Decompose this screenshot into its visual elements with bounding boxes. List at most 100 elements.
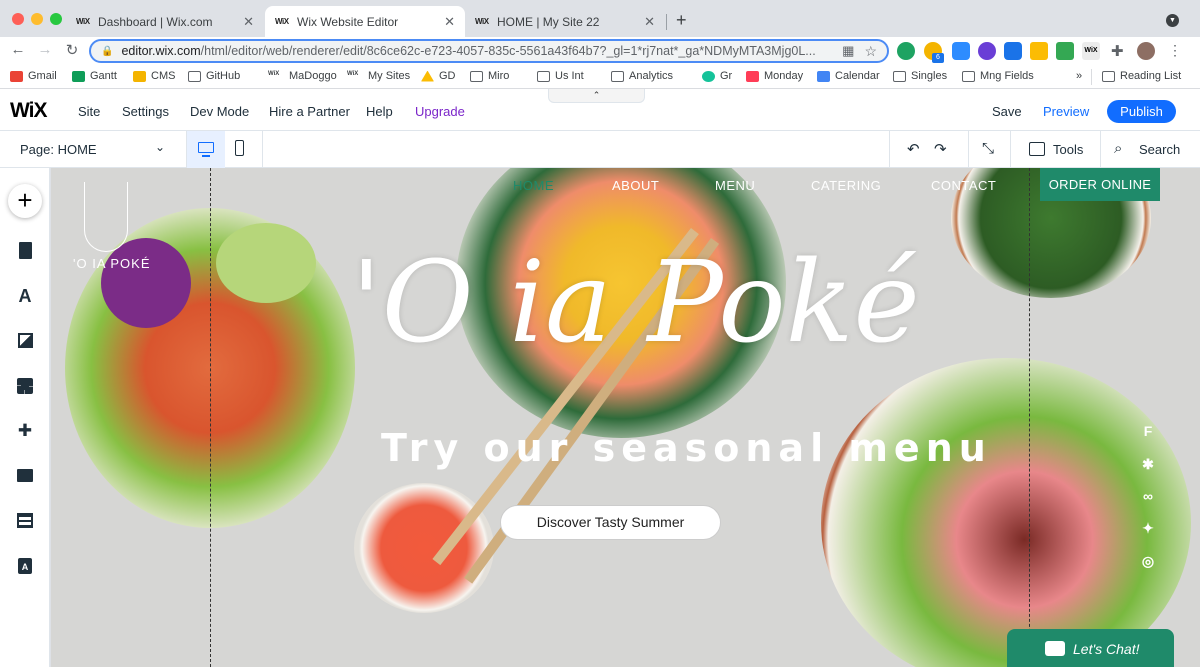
cms-icon[interactable] (15, 511, 35, 531)
desktop-view-button[interactable] (187, 131, 225, 168)
bookmark-singles[interactable]: Singles (893, 70, 947, 82)
grammarly-extension-icon[interactable] (897, 42, 915, 60)
bookmark-calendar[interactable]: Calendar (817, 70, 880, 82)
mobile-view-icon[interactable] (235, 140, 244, 156)
order-online-button[interactable]: ORDER ONLINE (1040, 168, 1160, 201)
page-selector[interactable]: Page: HOME (20, 142, 97, 157)
more-bookmarks-button[interactable]: » (1076, 70, 1082, 82)
close-tab-icon[interactable]: ✕ (444, 14, 455, 30)
undo-icon[interactable]: ↶ (907, 140, 920, 158)
bookmark-mng-fields[interactable]: Mng Fields (962, 70, 1034, 82)
extension-icon[interactable] (1030, 42, 1048, 60)
reading-list-button[interactable]: Reading List (1102, 70, 1181, 82)
site-logo-icon[interactable] (84, 182, 128, 252)
qr-code-icon[interactable]: ▦ (842, 43, 854, 59)
address-bar[interactable]: 🔒 editor.wix.com/html/editor/web/rendere… (89, 39, 889, 63)
save-button[interactable]: Save (992, 104, 1022, 119)
pages-icon[interactable] (15, 241, 35, 261)
search-icon[interactable]: ⌕ (1114, 140, 1122, 157)
bookmark-miro[interactable]: Miro (470, 70, 509, 82)
hero-subtitle[interactable]: Try our seasonal menu (381, 426, 986, 470)
tools-icon[interactable] (1029, 142, 1045, 156)
bookmark-github[interactable]: GitHub (188, 70, 240, 82)
add-user-extension-icon[interactable] (1056, 42, 1074, 60)
tools-button[interactable]: Tools (1053, 142, 1083, 157)
bookmark-monday[interactable]: Monday (746, 70, 803, 82)
add-element-button[interactable]: + (8, 184, 42, 218)
close-window-button[interactable] (12, 13, 24, 25)
menu-site[interactable]: Site (78, 104, 100, 119)
bookmark-gantt[interactable]: Gantt (72, 70, 117, 82)
divider (1100, 131, 1101, 168)
site-logo-text[interactable]: 'O IA POKÉ (73, 256, 151, 271)
redo-icon[interactable]: ↷ (934, 140, 947, 158)
forward-icon[interactable]: → (35, 41, 55, 58)
new-tab-button[interactable]: + (676, 10, 687, 31)
wix-extension-icon[interactable]: WiX (1082, 42, 1100, 60)
bookmark-gd[interactable]: GD (421, 70, 456, 82)
site-nav-home[interactable]: HOME (513, 178, 554, 193)
chat-widget[interactable]: Let's Chat! (1007, 629, 1174, 667)
menu-dev-mode[interactable]: Dev Mode (190, 104, 249, 119)
background-icon[interactable] (15, 331, 35, 351)
search-button[interactable]: Search (1139, 142, 1180, 157)
tab-wix-editor[interactable]: WiX Wix Website Editor ✕ (265, 6, 465, 37)
tab-home-site[interactable]: WiX HOME | My Site 22 ✕ (465, 6, 665, 37)
extensions-puzzle-icon[interactable]: ✚ (1111, 42, 1124, 60)
twitter-icon[interactable]: ✦ (1139, 520, 1157, 537)
bookmark-gmail[interactable]: Gmail (10, 70, 57, 82)
browser-tab-strip: WiX Dashboard | Wix.com ✕ WiX Wix Websit… (0, 0, 1200, 37)
instagram-icon[interactable]: ◎ (1139, 553, 1157, 570)
zoom-out-icon[interactable]: ⤡ (982, 140, 994, 157)
browser-menu-icon[interactable]: ⋮ (1168, 42, 1182, 59)
site-nav-contact[interactable]: CONTACT (931, 178, 996, 193)
extension-icon[interactable] (1004, 42, 1022, 60)
maximize-window-button[interactable] (50, 13, 62, 25)
menu-help[interactable]: Help (366, 104, 393, 119)
collapse-toolbar-button[interactable]: ⌃ (548, 89, 645, 103)
close-tab-icon[interactable]: ✕ (644, 14, 655, 30)
bookmark-gr[interactable]: Gr (702, 70, 732, 82)
bookmark-my-sites[interactable]: WiX My Sites (347, 70, 410, 82)
yelp-icon[interactable]: ✱ (1139, 456, 1157, 473)
extension-icon[interactable] (978, 42, 996, 60)
business-icon[interactable]: A (15, 556, 35, 576)
site-nav-about[interactable]: ABOUT (612, 178, 659, 193)
bookmark-label: Mng Fields (980, 70, 1034, 82)
menu-hire-a-partner[interactable]: Hire a Partner (269, 104, 350, 119)
reading-list-icon (1102, 70, 1115, 82)
site-nav-catering[interactable]: CATERING (811, 178, 881, 193)
wix-logo[interactable]: WiX (10, 99, 47, 123)
reload-icon[interactable]: ↻ (62, 41, 82, 59)
bookmark-analytics[interactable]: Analytics (611, 70, 673, 82)
add-apps-icon[interactable]: ✚ (15, 421, 35, 441)
close-tab-icon[interactable]: ✕ (243, 14, 254, 30)
tab-dashboard[interactable]: WiX Dashboard | Wix.com ✕ (66, 6, 264, 37)
design-icon[interactable]: A (15, 286, 35, 306)
publish-button[interactable]: Publish (1107, 100, 1176, 123)
discover-button[interactable]: Discover Tasty Summer (500, 505, 721, 540)
minimize-window-button[interactable] (31, 13, 43, 25)
folder-icon (470, 70, 483, 82)
editor-canvas[interactable]: 'O IA POKÉ HOME ABOUT MENU CATERING CONT… (51, 168, 1200, 667)
zoom-extension-icon[interactable] (952, 42, 970, 60)
menu-settings[interactable]: Settings (122, 104, 169, 119)
bookmark-star-icon[interactable]: ☆ (864, 43, 877, 60)
back-icon[interactable]: ← (8, 41, 28, 58)
bookmark-cms[interactable]: CMS (133, 70, 175, 82)
tripadvisor-icon[interactable]: ∞ (1139, 488, 1157, 504)
bookmark-us-int[interactable]: Us Int (537, 70, 584, 82)
bookmark-madoggo[interactable]: WiX MaDoggo (268, 70, 337, 82)
tab-search-icon[interactable]: ▼ (1166, 14, 1179, 27)
hero-title[interactable]: 'O ia Poké (351, 238, 920, 368)
chevron-down-icon[interactable]: ⌄ (155, 140, 165, 154)
bookmark-label: GitHub (206, 70, 241, 82)
apps-icon[interactable] (15, 376, 35, 396)
foursquare-icon[interactable]: F (1139, 423, 1157, 439)
media-icon[interactable] (15, 466, 35, 486)
wix-top-bar: ⌃ WiX Site Settings Dev Mode Hire a Part… (0, 89, 1200, 131)
profile-avatar[interactable] (1137, 42, 1155, 60)
menu-upgrade[interactable]: Upgrade (415, 104, 465, 119)
site-nav-menu[interactable]: MENU (715, 178, 755, 193)
preview-button[interactable]: Preview (1043, 104, 1089, 119)
